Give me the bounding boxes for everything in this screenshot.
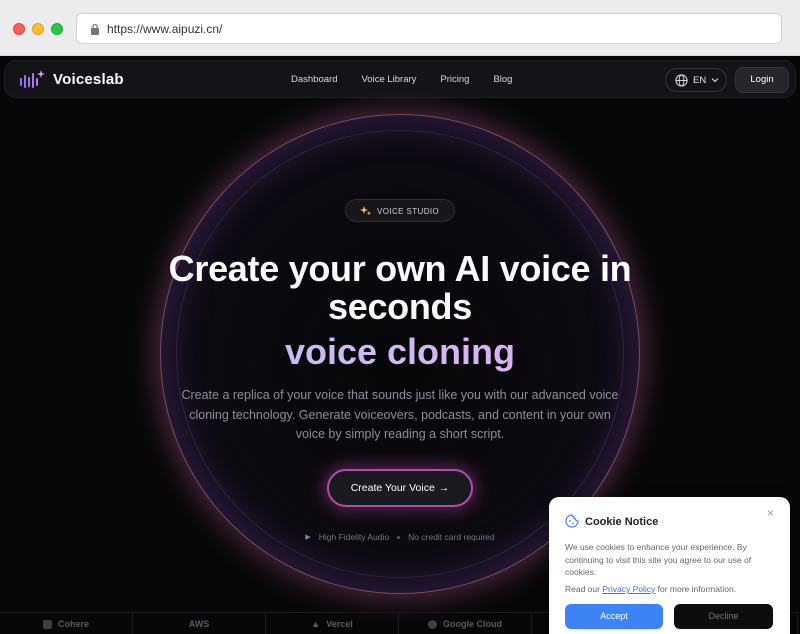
cookie-privacy-text: Read our Privacy Policy for more informa… [565,584,737,594]
badge-label: VOICE STUDIO [377,207,440,216]
chevron-down-icon [711,78,719,83]
hero-headline: Create your own AI voice in seconds [100,250,700,326]
hero-subtext: Create a replica of your voice that soun… [181,388,619,441]
partner-icon [428,619,437,629]
lock-icon [91,23,99,35]
brand-name[interactable]: Voiceslab [53,71,124,88]
cookie-icon [565,514,579,528]
feature-separator [397,535,401,539]
browser-chrome: https://www.aipuzi.cn/ [0,0,800,56]
sparkle-icon [360,206,372,216]
triangle-icon: ▲ [311,619,321,629]
headline-line-2: seconds [328,286,472,327]
partner-logo: ▲ Vercel [266,613,399,634]
nav-link-voice-library[interactable]: Voice Library [361,74,416,85]
voice-studio-badge: VOICE STUDIO [345,199,455,222]
decline-button[interactable]: Decline [674,604,773,629]
cookie-notice: Cookie Notice × We use cookies to enhanc… [549,497,790,634]
create-voice-button[interactable]: Create Your Voice → [327,469,473,507]
top-navbar: Voiceslab Dashboard Voice Library Pricin… [4,60,796,98]
login-button[interactable]: Login [735,67,789,93]
cta-label: Create Your Voice [350,482,435,494]
feature-item: No credit card required [408,532,495,542]
waveform-sparkle-icon [20,70,45,88]
page-viewport: Voiceslab Dashboard Voice Library Pricin… [0,56,800,634]
language-label: EN [693,75,707,86]
address-bar[interactable]: https://www.aipuzi.cn/ [76,13,782,44]
hero-highlight: voice cloning [100,332,700,372]
window-close-button[interactable] [13,23,25,35]
nav-link-pricing[interactable]: Pricing [440,74,469,85]
window-maximize-button[interactable] [51,23,63,35]
partner-logo: Google Cloud [399,613,532,634]
headline-line-1: Create your own AI voice in [168,248,632,289]
url-text: https://www.aipuzi.cn/ [107,22,223,36]
cookie-body: We use cookies to enhance your experienc… [565,542,752,577]
nav-link-blog[interactable]: Blog [493,74,512,85]
cookie-title: Cookie Notice [585,516,659,528]
nav-links: Dashboard Voice Library Pricing Blog [291,74,512,85]
nav-link-dashboard[interactable]: Dashboard [291,74,337,85]
partner-icon [42,619,52,629]
partner-logo: Cohere [0,613,133,634]
play-icon: ▶ [305,534,311,541]
globe-icon [675,74,688,87]
language-selector[interactable]: EN [665,68,727,92]
accept-button[interactable]: Accept [565,604,663,629]
privacy-policy-link[interactable]: Privacy Policy [602,584,655,594]
feature-list: ▶ High Fidelity Audio No credit card req… [290,532,510,542]
feature-item: High Fidelity Audio [318,532,390,542]
partner-logo: AWS [133,613,266,634]
close-icon[interactable]: × [767,506,774,520]
arrow-right-icon: → [438,482,450,494]
window-minimize-button[interactable] [32,23,44,35]
